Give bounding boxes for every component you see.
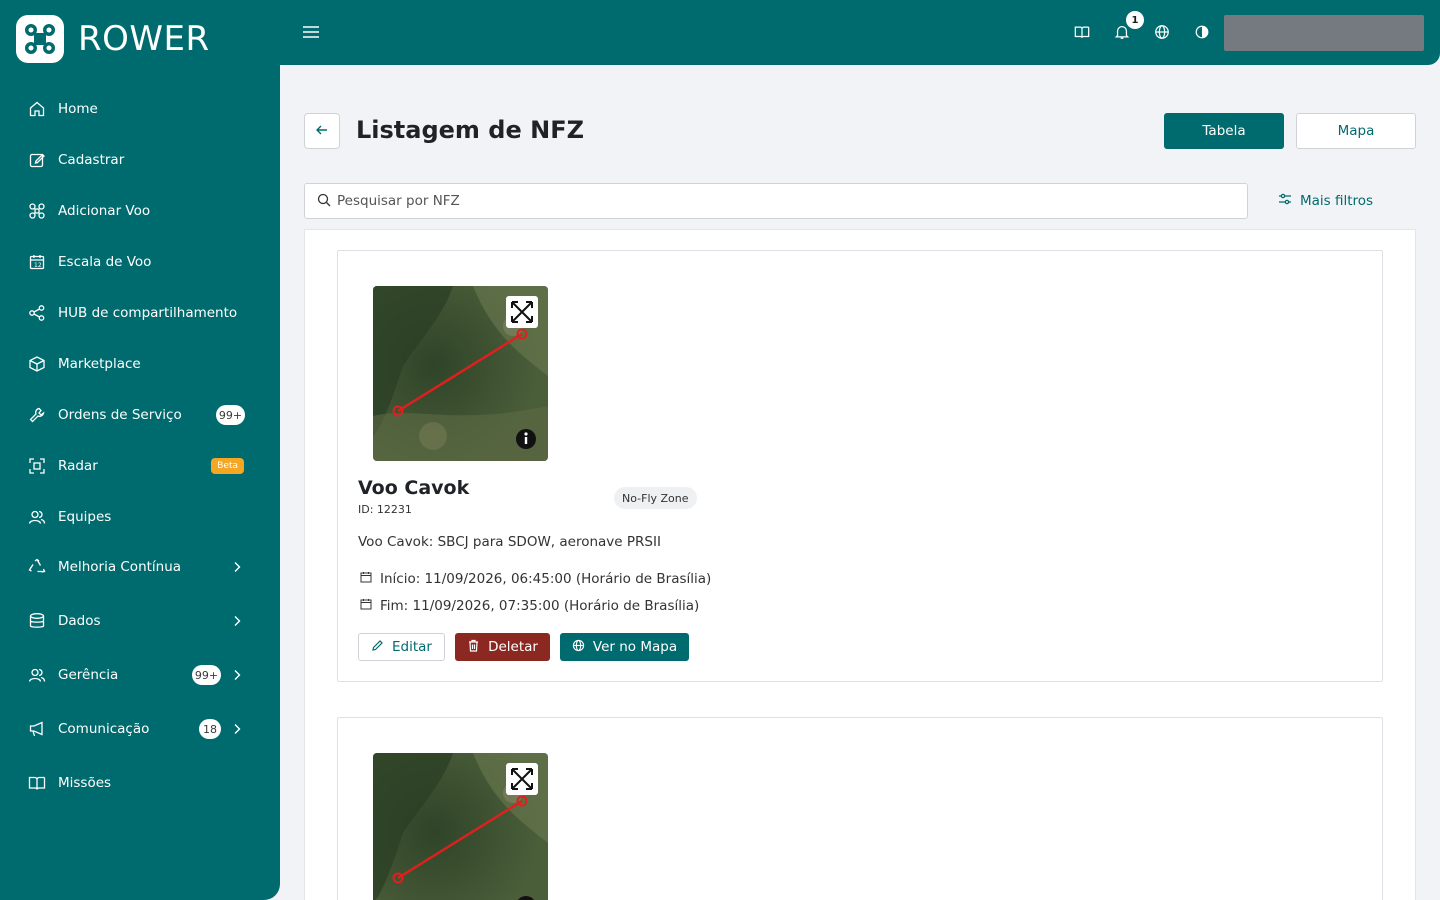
chevron-right-icon <box>232 562 242 572</box>
sidebar-item-label: Equipes <box>58 509 112 525</box>
globe-icon[interactable] <box>1154 24 1170 40</box>
globe-icon <box>572 639 585 656</box>
sidebar-item-label: Adicionar Voo <box>58 203 151 219</box>
sidebar-item-marketplace[interactable]: Marketplace <box>16 344 264 384</box>
sidebar-item-home[interactable]: Home <box>16 89 264 129</box>
sidebar-item-label: Melhoria Contínua <box>58 559 182 575</box>
chevron-right-icon <box>232 724 242 734</box>
more-filters-button[interactable]: Mais filtros <box>1278 192 1373 210</box>
users-icon <box>28 666 46 684</box>
trash-icon <box>467 639 480 656</box>
sidebar-item-label: Comunicação <box>58 721 150 737</box>
sidebar-item-label: Missões <box>58 775 112 791</box>
card-title: Voo Cavok <box>358 477 470 499</box>
menu-icon[interactable] <box>302 23 320 41</box>
app-logo[interactable]: ROWER <box>16 15 210 63</box>
chevron-right-icon <box>232 670 242 680</box>
calendar-icon: 12 <box>28 253 46 271</box>
map-view-button[interactable]: Mapa <box>1296 113 1416 149</box>
sidebar-item-label: Marketplace <box>58 356 141 372</box>
book-icon[interactable] <box>1074 24 1090 40</box>
calendar-icon <box>360 571 372 587</box>
sidebar-item-gerencia[interactable]: Gerência 99+ <box>16 655 264 695</box>
card-id: ID: 12231 <box>358 503 412 516</box>
more-filters-label: Mais filtros <box>1300 193 1374 209</box>
edit-label: Editar <box>392 639 432 655</box>
database-icon <box>28 612 46 630</box>
sidebar-item-label: Cadastrar <box>58 152 125 168</box>
edit-button[interactable]: Editar <box>358 633 445 661</box>
drone-logo-icon <box>16 15 64 63</box>
sidebar-item-label: Dados <box>58 613 101 629</box>
view-on-map-label: Ver no Mapa <box>592 639 678 655</box>
sidebar-item-missoes[interactable]: Missões <box>16 763 264 803</box>
search-input[interactable] <box>337 193 1217 209</box>
app-name: ROWER <box>78 19 210 59</box>
drone-icon <box>28 202 46 220</box>
sidebar-item-label: Escala de Voo <box>58 254 152 270</box>
delete-label: Deletar <box>488 639 538 655</box>
bell-icon[interactable] <box>1114 24 1130 40</box>
users-icon <box>28 508 46 526</box>
chevron-right-icon <box>232 616 242 626</box>
beta-badge: Beta <box>211 458 244 474</box>
sidebar-item-escala-de-voo[interactable]: 12 Escala de Voo <box>16 242 264 282</box>
arrow-left-icon <box>315 122 329 141</box>
pencil-icon <box>371 639 384 656</box>
sidebar: ROWER Home Cadastrar Adicionar Voo 12 Es… <box>0 0 280 900</box>
sidebar-item-equipes[interactable]: Equipes <box>16 497 264 537</box>
sidebar-item-cadastrar[interactable]: Cadastrar <box>16 140 264 180</box>
card-end-label: Fim: 11/09/2026, 07:35:00 (Horário de Br… <box>380 598 700 614</box>
recycle-icon <box>28 558 46 576</box>
map-thumbnail[interactable] <box>373 286 548 461</box>
sidebar-item-label: Gerência <box>58 667 119 683</box>
sidebar-item-ordens-de-servico[interactable]: Ordens de Serviço 99+ <box>16 395 264 435</box>
sidebar-item-melhoria-continua[interactable]: Melhoria Contínua <box>16 547 264 587</box>
sidebar-item-badge: 99+ <box>216 405 245 425</box>
sidebar-item-adicionar-voo[interactable]: Adicionar Voo <box>16 191 264 231</box>
sidebar-item-label: HUB de compartilhamento <box>58 305 238 321</box>
radar-icon <box>28 457 46 475</box>
sliders-icon <box>1278 192 1292 210</box>
nfz-tag: No-Fly Zone <box>614 487 697 509</box>
table-view-button[interactable]: Tabela <box>1164 113 1284 149</box>
search-icon <box>317 192 331 211</box>
card-end-date: Fim: 11/09/2026, 07:35:00 (Horário de Br… <box>360 598 699 614</box>
map-thumbnail[interactable] <box>373 753 548 900</box>
sidebar-item-hub[interactable]: HUB de compartilhamento <box>16 293 264 333</box>
card-start-date: Início: 11/09/2026, 06:45:00 (Horário de… <box>360 571 711 587</box>
sidebar-item-dados[interactable]: Dados <box>16 601 264 641</box>
nfz-card: Voo Cavok ID: 12231 No-Fly Zone Voo Cavo… <box>337 250 1383 682</box>
sidebar-item-badge: 99+ <box>192 665 221 685</box>
box-icon <box>28 355 46 373</box>
card-description: Voo Cavok: SBCJ para SDOW, aeronave PRSI… <box>358 534 661 550</box>
sidebar-item-badge: 18 <box>199 719 221 739</box>
search-bar <box>304 183 1248 219</box>
delete-button[interactable]: Deletar <box>455 633 550 661</box>
sidebar-item-label: Ordens de Serviço <box>58 407 182 423</box>
notification-count: 1 <box>1126 11 1144 29</box>
calendar-icon <box>360 598 372 614</box>
view-on-map-button[interactable]: Ver no Mapa <box>560 633 689 661</box>
user-menu[interactable] <box>1224 15 1424 51</box>
megaphone-icon <box>28 720 46 738</box>
sidebar-item-comunicacao[interactable]: Comunicação 18 <box>16 709 264 749</box>
wrench-icon <box>28 406 46 424</box>
contrast-icon[interactable] <box>1194 24 1210 40</box>
svg-text:12: 12 <box>34 262 42 269</box>
sidebar-item-radar[interactable]: Radar Beta <box>16 446 264 486</box>
top-bar: 1 <box>280 0 1440 65</box>
sidebar-item-label: Home <box>58 101 98 117</box>
page-title: Listagem de NFZ <box>356 116 584 144</box>
book-icon <box>28 774 46 792</box>
edit-square-icon <box>28 151 46 169</box>
home-icon <box>28 100 46 118</box>
share-icon <box>28 304 46 322</box>
card-start-label: Início: 11/09/2026, 06:45:00 (Horário de… <box>380 571 712 587</box>
back-button[interactable] <box>304 113 340 149</box>
nfz-card <box>337 717 1383 900</box>
sidebar-item-label: Radar <box>58 458 98 474</box>
